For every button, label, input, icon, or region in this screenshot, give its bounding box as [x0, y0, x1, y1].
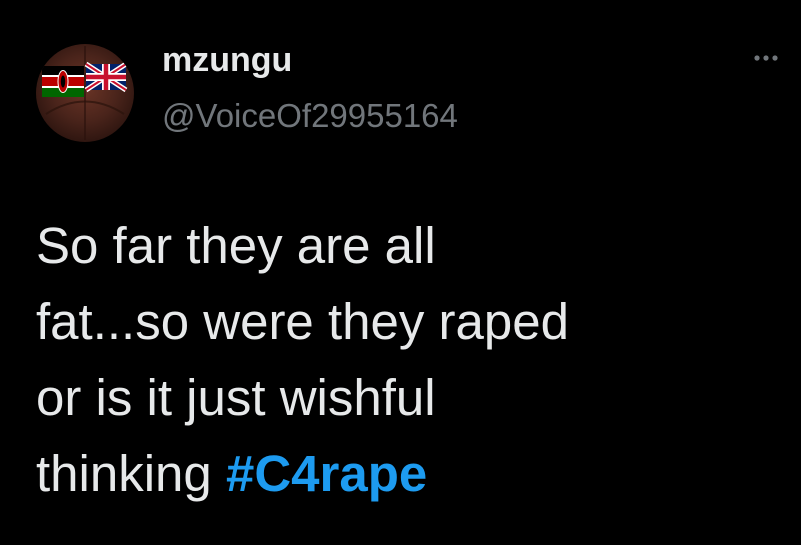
- tweet-text-line: or is it just wishful: [36, 369, 436, 426]
- kenya-uk-flags-avatar-icon: [42, 46, 128, 140]
- author-display-name[interactable]: mzungu: [162, 38, 292, 82]
- author-handle[interactable]: @VoiceOf29955164: [162, 94, 458, 138]
- tweet-text-line: thinking #C4rape: [36, 436, 786, 512]
- tweet-text-segment: thinking: [36, 445, 226, 502]
- tweet-text-line: fat...so were they raped: [36, 293, 569, 350]
- tweet: mzungu @VoiceOf29955164 So far they are …: [0, 0, 801, 545]
- tweet-text: So far they are all fat...so were they r…: [36, 208, 786, 512]
- more-horizontal-icon[interactable]: [748, 46, 784, 70]
- hashtag-link[interactable]: #C4rape: [226, 445, 427, 502]
- tweet-text-line: So far they are all: [36, 217, 436, 274]
- avatar[interactable]: [36, 44, 134, 142]
